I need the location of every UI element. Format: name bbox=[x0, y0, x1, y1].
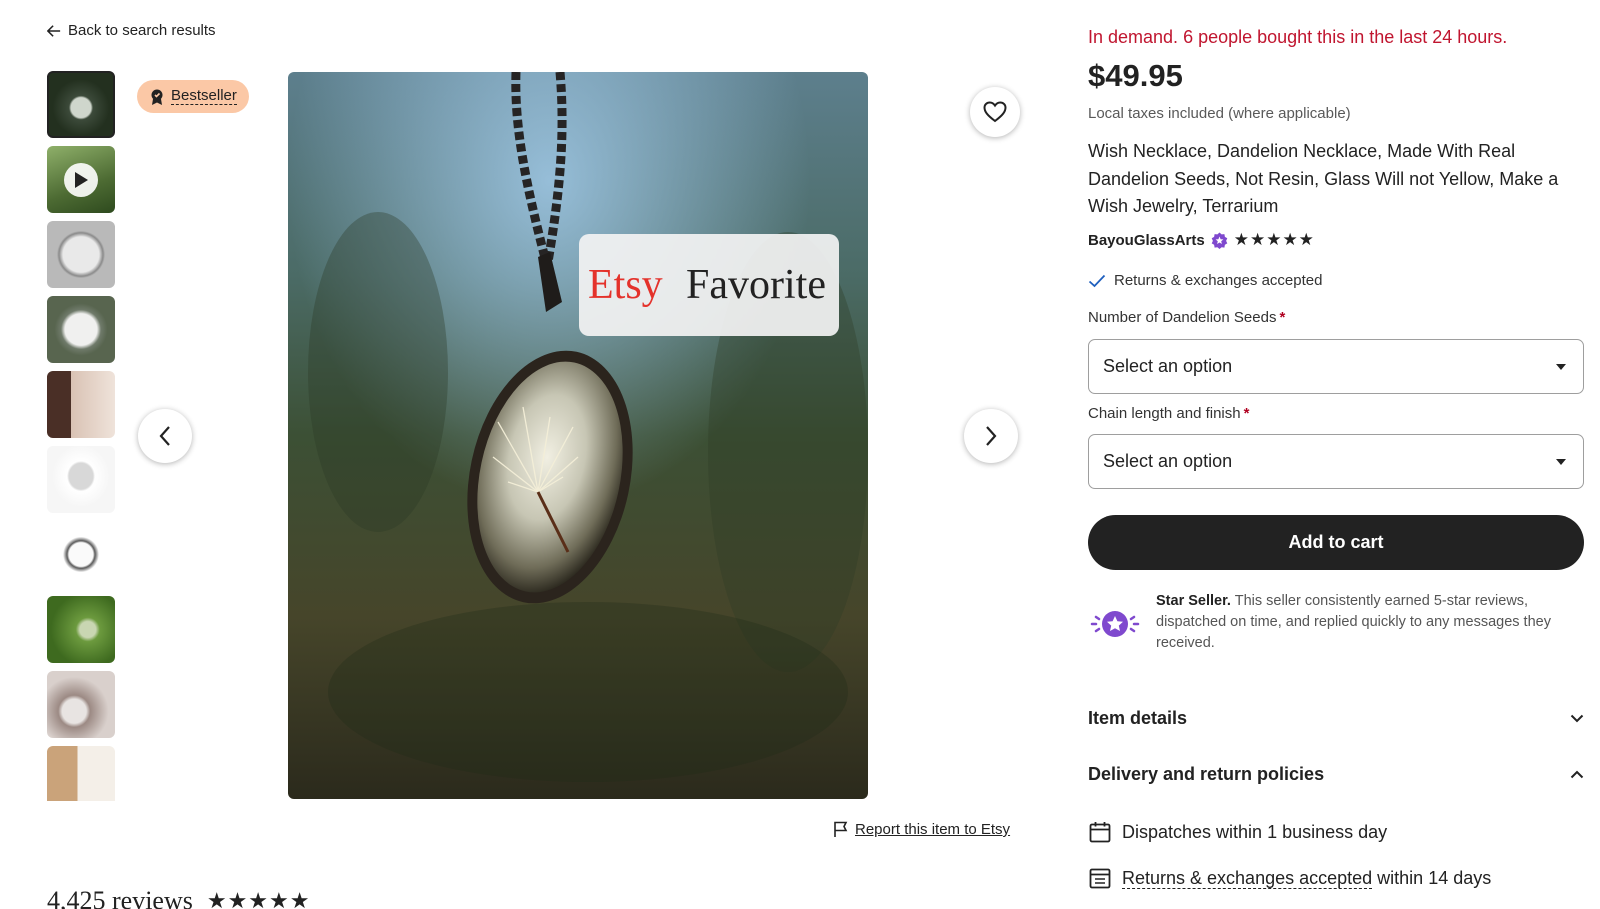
required-marker: * bbox=[1279, 309, 1286, 326]
dispatch-policy: Dispatches within 1 business day bbox=[1088, 820, 1387, 844]
option-label-seeds-text: Number of Dandelion Seeds bbox=[1088, 309, 1277, 326]
chain-select-value: Select an option bbox=[1103, 451, 1233, 471]
item-details-label: Item details bbox=[1088, 708, 1188, 728]
add-to-cart-button[interactable]: Add to cart bbox=[1088, 515, 1584, 570]
next-image-button[interactable] bbox=[964, 409, 1018, 463]
thumbnail-5[interactable] bbox=[47, 371, 115, 438]
back-to-search-link[interactable]: Back to search results bbox=[47, 22, 216, 39]
chevron-left-icon bbox=[159, 426, 170, 446]
taxes-note: Local taxes included (where applicable) bbox=[1088, 105, 1351, 122]
return-box-icon bbox=[1089, 868, 1111, 889]
checkmark-icon bbox=[1088, 274, 1106, 287]
option-label-seeds: Number of Dandelion Seeds * bbox=[1088, 309, 1285, 326]
returns-policy: Returns & exchanges accepted within 14 d… bbox=[1088, 866, 1491, 890]
award-icon bbox=[151, 89, 163, 105]
shop-rating-stars: ★★★★★ bbox=[1233, 230, 1315, 249]
option-label-chain-text: Chain length and finish bbox=[1088, 405, 1241, 422]
star-seller-badge-icon bbox=[1211, 232, 1228, 249]
previous-image-button[interactable] bbox=[138, 409, 192, 463]
chevron-right-icon bbox=[986, 426, 997, 446]
favorite-button[interactable] bbox=[970, 87, 1020, 137]
star-seller-title: Star Seller. bbox=[1156, 593, 1231, 609]
returns-accepted: Returns & exchanges accepted bbox=[1088, 272, 1322, 289]
necklace-photo: Etsy Favorite bbox=[288, 72, 868, 799]
listing-title: Wish Necklace, Dandelion Necklace, Made … bbox=[1088, 141, 1559, 216]
thumbnail-6[interactable] bbox=[47, 446, 115, 513]
caret-down-icon bbox=[1556, 363, 1566, 370]
delivery-policies-toggle[interactable]: Delivery and return policies bbox=[1088, 764, 1584, 785]
overlay-word-favorite: Favorite bbox=[686, 262, 826, 308]
option-label-chain: Chain length and finish * bbox=[1088, 405, 1249, 422]
star-seller-text: Star Seller. This seller consistently ea… bbox=[1156, 591, 1584, 654]
chevron-down-icon bbox=[1570, 714, 1584, 723]
shop-name-link[interactable]: BayouGlassArts bbox=[1088, 232, 1205, 249]
thumbnail-3[interactable] bbox=[47, 221, 115, 288]
report-item-link[interactable]: Report this item to Etsy bbox=[833, 821, 1010, 838]
dispatch-text: Dispatches within 1 business day bbox=[1122, 821, 1388, 842]
reviews-count: 4,425 reviews bbox=[47, 886, 193, 909]
item-details-toggle[interactable]: Item details bbox=[1088, 708, 1584, 729]
heart-icon bbox=[983, 101, 1007, 123]
play-icon bbox=[64, 162, 98, 197]
delivery-policies-label: Delivery and return policies bbox=[1088, 764, 1325, 784]
required-marker: * bbox=[1243, 405, 1250, 422]
caret-down-icon bbox=[1556, 458, 1566, 465]
calendar-icon bbox=[1089, 822, 1111, 843]
thumbnail-strip bbox=[47, 71, 117, 801]
flag-icon bbox=[834, 821, 848, 837]
thumbnail-7[interactable] bbox=[47, 521, 115, 588]
report-label: Report this item to Etsy bbox=[855, 821, 1011, 838]
price: $49.95 bbox=[1088, 58, 1183, 93]
thumbnail-1[interactable] bbox=[47, 71, 115, 138]
back-label: Back to search results bbox=[68, 22, 216, 39]
bestseller-badge[interactable]: Bestseller bbox=[137, 80, 249, 113]
chain-select[interactable]: Select an option bbox=[1088, 434, 1584, 489]
returns-window-text: within 14 days bbox=[1377, 867, 1492, 888]
star-seller-icon bbox=[1090, 611, 1140, 637]
seeds-select[interactable]: Select an option bbox=[1088, 339, 1584, 394]
returns-policy-link[interactable]: Returns & exchanges accepted bbox=[1122, 867, 1373, 889]
returns-text: Returns & exchanges accepted bbox=[1114, 272, 1323, 289]
shop-info: BayouGlassArts ★★★★★ bbox=[1088, 230, 1315, 250]
thumbnail-4[interactable] bbox=[47, 296, 115, 363]
thumbnail-8[interactable] bbox=[47, 596, 115, 663]
arrow-left-icon bbox=[47, 24, 61, 37]
thumbnail-9[interactable] bbox=[47, 671, 115, 738]
demand-notice: In demand. 6 people bought this in the l… bbox=[1088, 27, 1508, 47]
bestseller-label: Bestseller bbox=[171, 87, 237, 105]
main-product-image[interactable]: Etsy Favorite bbox=[288, 72, 868, 799]
seeds-select-value: Select an option bbox=[1103, 356, 1233, 376]
thumbnail-video[interactable] bbox=[47, 146, 115, 213]
overlay-word-etsy: Etsy bbox=[588, 262, 663, 308]
star-seller-info: Star Seller. This seller consistently ea… bbox=[1088, 591, 1584, 654]
reviews-stars: ★★★★★ bbox=[206, 888, 311, 909]
thumbnail-10[interactable] bbox=[47, 746, 115, 801]
chevron-up-icon bbox=[1570, 770, 1584, 779]
reviews-header: 4,425 reviews ★★★★★ bbox=[47, 888, 310, 909]
